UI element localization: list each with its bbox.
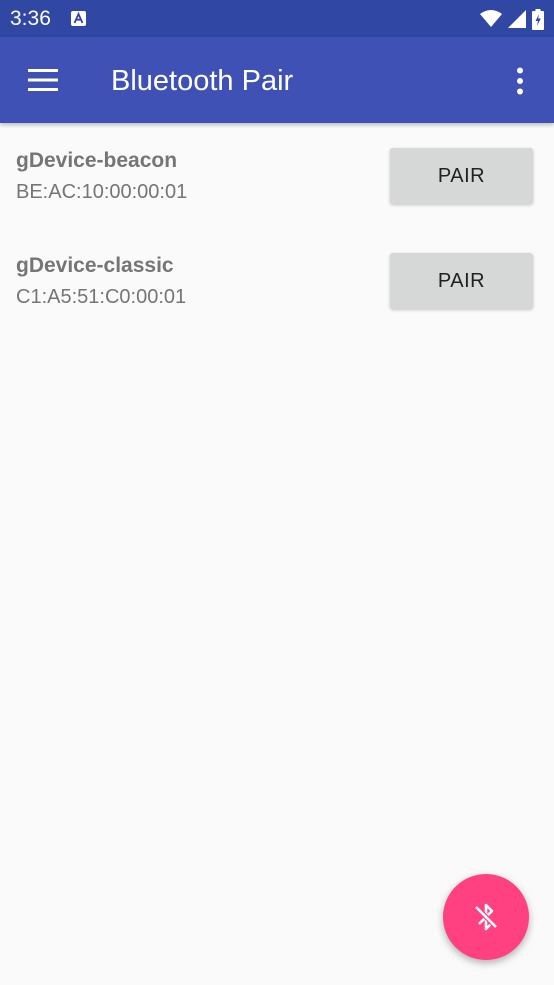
status-bar: 3:36 — [0, 0, 554, 37]
signal-icon — [508, 10, 526, 28]
device-row: gDevice-beacon BE:AC:10:00:00:01 PAIR — [0, 123, 554, 228]
device-row: gDevice-classic C1:A5:51:C0:00:01 PAIR — [0, 228, 554, 333]
app-bar: Bluetooth Pair — [0, 37, 554, 123]
wifi-icon — [480, 10, 502, 27]
app-title: Bluetooth Pair — [111, 65, 294, 97]
device-name: gDevice-classic — [16, 254, 174, 277]
hamburger-menu-icon[interactable] — [28, 69, 58, 91]
pair-button[interactable]: PAIR — [390, 253, 533, 309]
a-notification-icon — [71, 11, 86, 26]
battery-icon — [532, 8, 544, 30]
pair-button[interactable]: PAIR — [390, 148, 533, 204]
device-address: BE:AC:10:00:00:01 — [16, 181, 188, 203]
device-address: C1:A5:51:C0:00:01 — [16, 286, 187, 308]
bluetooth-disabled-icon — [473, 903, 499, 931]
bluetooth-fab[interactable] — [443, 874, 529, 960]
device-name: gDevice-beacon — [16, 149, 178, 172]
status-icons — [480, 8, 544, 30]
device-list: gDevice-beacon BE:AC:10:00:00:01 PAIR gD… — [0, 123, 554, 333]
status-time: 3:36 — [10, 7, 51, 30]
more-vert-icon[interactable] — [508, 67, 532, 95]
